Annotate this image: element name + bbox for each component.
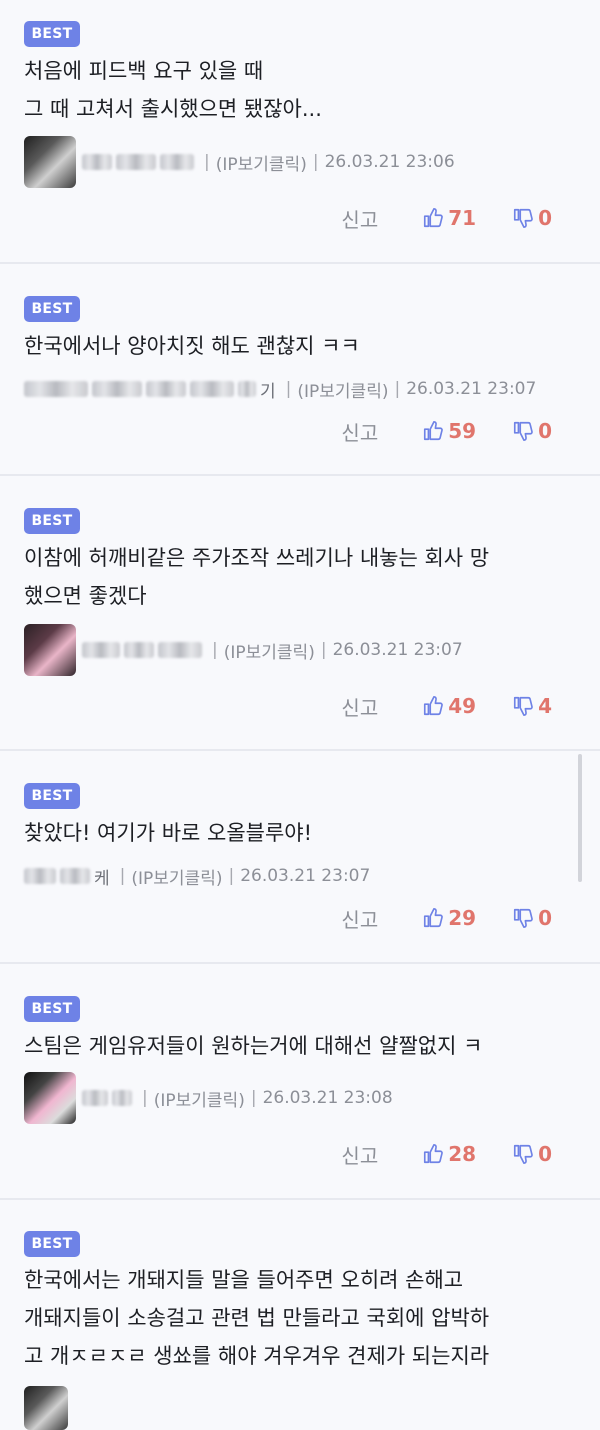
comment-meta: 기 | (IP보기클릭) | 26.03.21 23:07	[24, 369, 536, 409]
comment-body: 한국에서는 개돼지들 말을 들어주면 오히려 손해고 개돼지들이 소송걸고 관련…	[24, 1268, 490, 1368]
comment-item: BEST 한국에서는 개돼지들 말을 들어주면 오히려 손해고 개돼지들이 소송…	[0, 1200, 600, 1430]
scrollbar[interactable]	[578, 754, 582, 882]
comment-item: BEST 이참에 허깨비같은 주가조작 쓰레기나 내놓는 회사 망 했으면 좋겠…	[0, 476, 600, 751]
comment-item: BEST 찾았다! 여기가 바로 오올블루야! 케 | (IP보기클릭) | 2…	[0, 751, 600, 964]
blurred-nickname	[82, 1090, 108, 1106]
upvote-button[interactable]: 59	[422, 419, 476, 443]
avatar[interactable]	[24, 624, 76, 676]
thumb-down-icon	[512, 1143, 534, 1165]
downvote-button[interactable]: 0	[512, 419, 552, 443]
comment-actions: 신고 71 0	[341, 200, 552, 236]
downvote-count: 0	[538, 419, 552, 443]
thumb-down-icon	[512, 907, 534, 929]
comment-date: 26.03.21 23:06	[324, 152, 455, 172]
downvote-count: 0	[538, 1142, 552, 1166]
upvote-count: 59	[448, 419, 477, 443]
report-button[interactable]: 신고	[341, 417, 378, 446]
comment-body: 찾았다! 여기가 바로 오올블루야!	[24, 821, 313, 845]
upvote-button[interactable]: 28	[422, 1142, 476, 1166]
upvote-count: 29	[448, 906, 477, 930]
best-badge: BEST	[24, 1231, 80, 1257]
comment-body: 한국에서나 양아치짓 해도 괜찮지 ㅋㅋ	[24, 334, 360, 358]
upvote-button[interactable]: 29	[422, 906, 476, 930]
comment-body: 처음에 피드백 요구 있을 때 그 때 고쳐서 출시했으면 됐잖아...	[24, 59, 322, 121]
report-button[interactable]: 신고	[341, 692, 378, 721]
best-badge: BEST	[24, 508, 80, 534]
blurred-nickname	[82, 154, 112, 170]
ip-link[interactable]: (IP보기클릭)	[216, 150, 307, 175]
thumb-down-icon	[512, 207, 534, 229]
comment-meta: | (IP보기클릭) | 26.03.21 23:07	[24, 624, 463, 676]
comment-actions: 신고 49 4	[341, 688, 552, 724]
comment-item: BEST 처음에 피드백 요구 있을 때 그 때 고쳐서 출시했으면 됐잖아..…	[0, 0, 600, 264]
ip-link[interactable]: (IP보기클릭)	[297, 377, 388, 402]
comment-body: 이참에 허깨비같은 주가조작 쓰레기나 내놓는 회사 망 했으면 좋겠다	[24, 546, 490, 608]
ip-link[interactable]: (IP보기클릭)	[131, 864, 222, 889]
blurred-nickname	[82, 642, 120, 658]
downvote-button[interactable]: 4	[512, 694, 552, 718]
thumb-up-icon	[422, 907, 444, 929]
comment-actions: 신고 59 0	[341, 413, 552, 449]
thumb-up-icon	[422, 695, 444, 717]
downvote-count: 4	[538, 694, 552, 718]
nickname-tail: 케	[94, 868, 110, 889]
upvote-count: 28	[448, 1142, 477, 1166]
downvote-button[interactable]: 0	[512, 1142, 552, 1166]
report-button[interactable]: 신고	[341, 1140, 378, 1169]
blurred-nickname	[24, 381, 88, 397]
comment-item: BEST 한국에서나 양아치짓 해도 괜찮지 ㅋㅋ 기 | (IP보기클릭) |…	[0, 264, 600, 476]
upvote-button[interactable]: 49	[422, 694, 476, 718]
avatar[interactable]	[24, 136, 76, 188]
upvote-count: 71	[448, 206, 477, 230]
upvote-count: 49	[448, 694, 477, 718]
downvote-button[interactable]: 0	[512, 206, 552, 230]
comment-meta: | (IP보기클릭) | 26.03.21 23:06	[24, 136, 455, 188]
avatar[interactable]	[24, 1386, 68, 1430]
best-badge: BEST	[24, 783, 80, 809]
thumb-up-icon	[422, 1143, 444, 1165]
downvote-count: 0	[538, 906, 552, 930]
avatar[interactable]	[24, 1072, 76, 1124]
comment-date: 26.03.21 23:08	[262, 1088, 393, 1108]
comment-date: 26.03.21 23:07	[332, 640, 463, 660]
ip-link[interactable]: (IP보기클릭)	[224, 638, 315, 663]
report-button[interactable]: 신고	[341, 904, 378, 933]
thumb-up-icon	[422, 420, 444, 442]
nickname-tail: 기	[260, 381, 276, 402]
report-button[interactable]: 신고	[341, 204, 378, 233]
comment-meta: 케 | (IP보기클릭) | 26.03.21 23:07	[24, 856, 370, 896]
downvote-button[interactable]: 0	[512, 906, 552, 930]
comment-actions: 신고 29 0	[341, 900, 552, 936]
best-badge: BEST	[24, 996, 80, 1022]
blurred-nickname	[24, 868, 56, 884]
downvote-count: 0	[538, 206, 552, 230]
thumb-down-icon	[512, 695, 534, 717]
ip-link[interactable]: (IP보기클릭)	[154, 1086, 245, 1111]
thumb-down-icon	[512, 420, 534, 442]
comment-body: 스팀은 게임유저들이 원하는거에 대해선 얄짤없지 ㅋ	[24, 1034, 483, 1058]
upvote-button[interactable]: 71	[422, 206, 476, 230]
comment-meta: | (IP보기클릭) | 26.03.21 23:08	[24, 1072, 393, 1124]
thumb-up-icon	[422, 207, 444, 229]
comment-date: 26.03.21 23:07	[406, 379, 537, 399]
best-badge: BEST	[24, 21, 80, 47]
comment-item: BEST 스팀은 게임유저들이 원하는거에 대해선 얄짤없지 ㅋ | (IP보기…	[0, 964, 600, 1200]
comment-date: 26.03.21 23:07	[240, 866, 371, 886]
comment-actions: 신고 28 0	[341, 1136, 552, 1172]
best-badge: BEST	[24, 296, 80, 322]
